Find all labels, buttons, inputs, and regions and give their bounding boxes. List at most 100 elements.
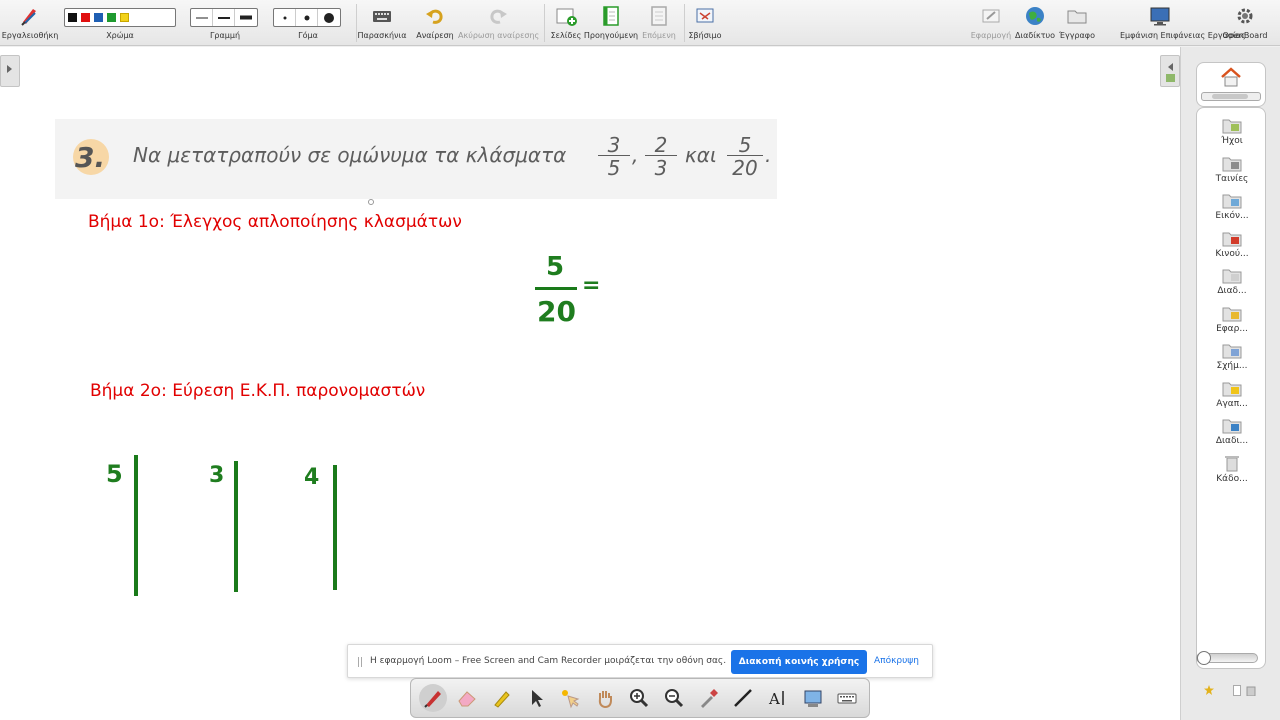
division-bar-3 [333, 465, 337, 590]
fraction-3-den: 20 [732, 156, 758, 180]
redo-button[interactable]: Ακύρωση αναίρεσης [458, 0, 539, 46]
svg-text:A: A [768, 690, 780, 708]
eraser-small[interactable] [274, 9, 296, 26]
hand-icon [598, 691, 612, 709]
step-2-text: Βήμα 2ο: Εύρεση Ε.Κ.Π. παρονομαστών [90, 381, 426, 401]
eraser-tool[interactable] [453, 684, 481, 712]
web-folder-icon [1222, 419, 1242, 434]
exercise-image: 3. Να μετατραπούν σε ομώνυμα τα κλάσματα… [55, 119, 777, 199]
line-tool[interactable] [729, 684, 757, 712]
right-panel-toggle[interactable] [1160, 55, 1180, 87]
hand-tool[interactable] [591, 684, 619, 712]
color-red[interactable] [81, 13, 90, 22]
library-item[interactable]: Διαδι... [1197, 416, 1267, 452]
folder-icon [1067, 10, 1087, 24]
add-page-icon [556, 8, 577, 26]
interactive-folder-icon [1222, 269, 1242, 284]
erase-board-icon [696, 8, 714, 23]
library-item[interactable]: Κινού... [1197, 229, 1267, 265]
zoom-in-tool[interactable] [625, 684, 653, 712]
laser-pointer-tool[interactable] [556, 684, 584, 712]
pointer-icon [532, 690, 543, 707]
zoom-in-icon [630, 689, 649, 708]
flash-folder-icon [1222, 232, 1242, 246]
library-panel: Ήχοι Ταινίες Εικόν... Κινού... Διαδ... Εφαρ..… [1180, 47, 1280, 720]
redo-icon [490, 9, 507, 24]
undo-button[interactable]: Αναίρεση [415, 0, 455, 46]
library-scrollbar[interactable] [1201, 92, 1261, 101]
gear-icon [1237, 8, 1253, 24]
capture-tool[interactable] [799, 684, 827, 712]
pipette-icon [701, 689, 718, 708]
toolbox-icon [21, 9, 36, 26]
library-item[interactable]: Εικόν... [1197, 191, 1267, 227]
exercise-number: 3. [75, 141, 106, 174]
openboard-label: OpenBoard [1222, 31, 1268, 40]
division-bar-2 [234, 461, 238, 592]
left-panel-toggle[interactable] [0, 55, 20, 87]
handwritten-equals: = [582, 273, 601, 298]
color-black[interactable] [68, 13, 77, 22]
erase-board-label: Σβήσιμο [688, 31, 722, 40]
library-item[interactable]: Εφαρ... [1197, 304, 1267, 340]
library-item-label: Εφαρ... [1216, 323, 1248, 334]
stop-sharing-button[interactable]: Διακοπή κοινής χρήσης [731, 650, 867, 674]
fraction-2: 2 3 [645, 133, 677, 180]
shape-folder-icon [1222, 344, 1242, 359]
laser-icon [562, 690, 580, 709]
eraser-medium[interactable] [296, 9, 318, 26]
color-green[interactable] [107, 13, 116, 22]
line-thick[interactable] [235, 9, 257, 26]
color-yellow[interactable] [120, 13, 129, 22]
text-tool[interactable]: A [764, 684, 792, 712]
erase-board-button[interactable]: Σβήσιμο [689, 0, 722, 46]
pen-tool[interactable] [419, 684, 447, 712]
show-desktop-label: Εμφάνιση Επιφάνειας Εργασίας [1120, 31, 1246, 40]
library-item[interactable]: Ταινίες [1197, 154, 1267, 190]
openboard-menu-button[interactable]: OpenBoard [1223, 0, 1267, 46]
virtual-keyboard-tool[interactable] [833, 684, 861, 712]
color-palette [64, 8, 176, 27]
library-item[interactable]: Διαδ... [1197, 266, 1267, 302]
cursor-dot [368, 199, 374, 205]
color-group: Χρώμα [64, 0, 176, 46]
eraser-large[interactable] [318, 9, 340, 26]
fraction-1: 3 5 [598, 133, 630, 180]
thumbnail-zoom-slider[interactable] [1196, 651, 1258, 665]
drag-handle-icon[interactable] [358, 657, 362, 667]
zoom-out-tool[interactable] [660, 684, 688, 712]
scroll-thumb[interactable] [1212, 94, 1248, 99]
line-group: Γραμμή [190, 0, 260, 46]
library-item[interactable]: Ήχοι [1197, 116, 1267, 152]
library-item[interactable]: Αγαπ... [1197, 379, 1267, 415]
zoom-slider-knob[interactable] [1197, 651, 1211, 665]
and-word: και [685, 143, 717, 167]
line-medium[interactable] [213, 9, 235, 26]
select-tool[interactable] [522, 684, 550, 712]
keyboard-icon [837, 693, 857, 704]
new-folder-icon[interactable] [1233, 685, 1241, 696]
home-icon[interactable] [1220, 67, 1242, 87]
line-thin[interactable] [191, 9, 213, 26]
document-button[interactable]: Έγγραφο [1059, 0, 1095, 46]
comma-1: , [632, 143, 639, 167]
capture-icon [804, 690, 822, 707]
redo-label: Ακύρωση αναίρεσης [458, 31, 540, 40]
monitor-icon [1150, 7, 1170, 26]
color-blue[interactable] [94, 13, 103, 22]
library-item-label: Αγαπ... [1216, 398, 1248, 409]
delete-icon[interactable] [1246, 685, 1256, 696]
show-desktop-button[interactable]: Εμφάνιση Επιφάνειας Εργασίας [1120, 0, 1246, 46]
denominator-4: 4 [304, 465, 320, 490]
fraction-2-num: 2 [645, 133, 677, 157]
whiteboard-canvas[interactable]: 3. Να μετατραπούν σε ομώνυμα τα κλάσματα… [0, 47, 1180, 720]
color-picker-tool[interactable] [694, 684, 722, 712]
eraser-size-selector [273, 8, 341, 27]
expand-arrow-icon [7, 65, 12, 73]
library-item[interactable]: Κάδο... [1197, 454, 1267, 490]
marker-tool[interactable] [488, 684, 516, 712]
fraction-3: 5 20 [727, 133, 763, 180]
library-item[interactable]: Σχήμ... [1197, 341, 1267, 377]
favorite-star-icon[interactable] [1204, 685, 1214, 695]
hide-notification-link[interactable]: Απόκρυψη [874, 656, 919, 666]
